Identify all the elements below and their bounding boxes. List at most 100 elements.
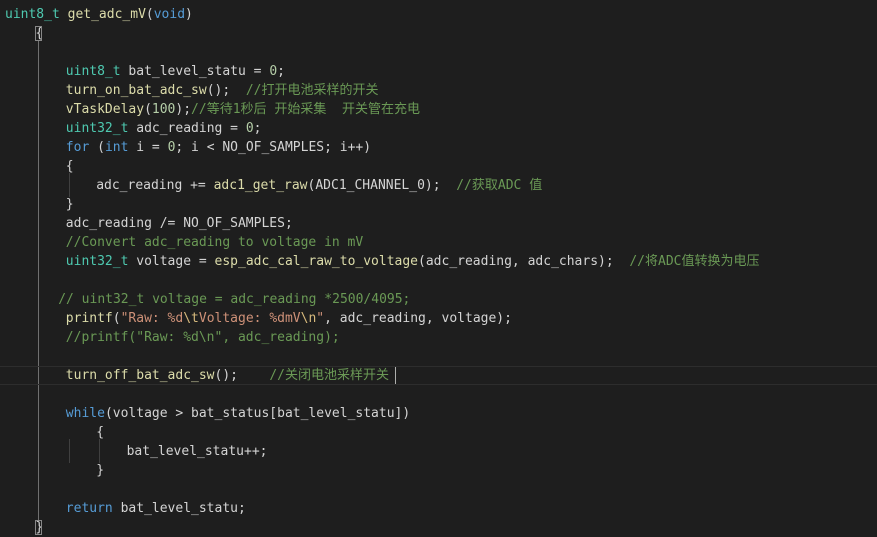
code-token: , adc_reading, voltage); [324,311,512,326]
code-token: uint8_t [65,64,121,79]
code-line[interactable] [0,43,877,62]
code-text: } [66,195,74,214]
code-token: (adc_reading, adc_chars); [418,254,630,269]
code-text: { [96,423,104,442]
code-token: adc1_get_raw [213,178,308,193]
code-token: ( [89,140,105,155]
code-token: void [153,7,186,22]
code-text: for (int i = 0; i < NO_OF_SAMPLES; i++) [66,138,371,157]
code-text: uint8_t bat_level_statu = 0; [66,62,285,81]
code-token: \t [183,311,199,326]
code-line[interactable]: uint8_t bat_level_statu = 0; [0,62,877,81]
code-token: vTaskDelay [65,102,145,117]
code-token: i = [128,140,168,155]
code-line[interactable]: uint32_t voltage = esp_adc_cal_raw_to_vo… [0,252,877,271]
code-token: bat_level_statu; [112,501,246,516]
code-token: 0 [269,64,278,79]
code-text: vTaskDelay(100);//等待1秒后 开始采集 开关管在充电 [66,100,420,119]
code-line[interactable]: return bat_level_statu; [0,499,877,518]
code-token: while [65,406,105,421]
code-token: } [65,197,74,212]
code-line[interactable]: uint8_t get_adc_mV(void) [0,5,877,24]
code-token: uint32_t [65,254,129,269]
code-token: bat_level_statu++; [126,444,268,459]
code-line[interactable]: while(voltage > bat_status[bat_level_sta… [0,404,877,423]
code-token: printf [65,311,113,326]
code-token: "Raw: %d [120,311,184,326]
code-text: { [66,157,74,176]
code-line[interactable] [0,271,877,290]
code-line[interactable]: { [0,423,877,442]
code-token: (ADC1_CHANNEL_0); [307,178,457,193]
code-token: ( [145,7,154,22]
code-text: } [96,461,104,480]
code-token: // uint32_t voltage = adc_reading *2500/… [58,292,411,307]
code-token: { [65,159,74,174]
code-token: adc_reading /= NO_OF_SAMPLES; [65,216,293,231]
code-token: ; [253,121,262,136]
code-token: get_adc_mV [67,7,146,22]
code-token: //获取ADC 值 [456,178,543,193]
code-text: bat_level_statu++; [127,442,268,461]
code-line[interactable]: adc_reading /= NO_OF_SAMPLES; [0,214,877,233]
code-token: esp_adc_cal_raw_to_voltage [214,254,419,269]
code-text: adc_reading /= NO_OF_SAMPLES; [66,214,293,233]
code-line[interactable]: vTaskDelay(100);//等待1秒后 开始采集 开关管在充电 [0,100,877,119]
code-token: //等待1秒后 开始采集 开关管在充电 [191,102,421,117]
code-text: turn_off_bat_adc_sw(); //关闭电池采样开关 [66,367,389,384]
code-line[interactable]: // uint32_t voltage = adc_reading *2500/… [0,290,877,309]
code-token: //关闭电池采样开关 [269,368,389,383]
code-token: \n [300,311,317,326]
code-line[interactable]: bat_level_statu++; [0,442,877,461]
code-token: voltage = [128,254,215,269]
code-token: { [96,425,105,440]
code-line[interactable]: uint32_t adc_reading = 0; [0,119,877,138]
code-token: ) [185,7,193,22]
code-editor[interactable]: uint8_t get_adc_mV(void){uint8_t bat_lev… [0,0,877,535]
bracket-match-highlight [34,520,42,535]
code-token: turn_on_bat_adc_sw [65,83,207,98]
code-token: bat_level_statu = [120,64,270,79]
code-line[interactable]: printf("Raw: %d\tVoltage: %dmV\n", adc_r… [0,309,877,328]
code-text: uint32_t adc_reading = 0; [66,119,262,138]
code-token: //Convert adc_reading to voltage in mV [65,235,364,250]
code-token: Voltage: %dmV [198,311,301,326]
code-token: ( [112,311,121,326]
code-line[interactable]: } [0,195,877,214]
code-line[interactable]: //printf("Raw: %d\n", adc_reading); [0,328,877,347]
code-text: //Convert adc_reading to voltage in mV [66,233,363,252]
code-token: 100 [151,102,176,117]
code-token: for [65,140,90,155]
code-token: uint8_t [5,7,60,22]
code-text: while(voltage > bat_status[bat_level_sta… [66,404,410,423]
code-line[interactable]: } [0,461,877,480]
code-token: (); [206,83,246,98]
code-line[interactable]: { [0,157,877,176]
code-token: adc_reading = [128,121,246,136]
code-text: turn_on_bat_adc_sw(); //打开电池采样的开关 [66,81,379,100]
code-line[interactable]: turn_on_bat_adc_sw(); //打开电池采样的开关 [0,81,877,100]
code-token: uint32_t [65,121,129,136]
code-line[interactable] [0,480,877,499]
bracket-match-highlight [34,26,42,41]
code-line[interactable]: turn_off_bat_adc_sw(); //关闭电池采样开关 [0,366,877,385]
code-text: uint8_t get_adc_mV(void) [5,5,193,24]
code-line[interactable]: adc_reading += adc1_get_raw(ADC1_CHANNEL… [0,176,877,195]
code-text: return bat_level_statu; [66,499,246,518]
code-line[interactable]: { [0,24,877,43]
code-token: adc_reading += [96,178,214,193]
code-token: //打开电池采样的开关 [245,83,379,98]
code-token: int [104,140,129,155]
code-token: ); [175,102,192,117]
code-line[interactable]: } [0,518,877,537]
code-text: printf("Raw: %d\tVoltage: %dmV\n", adc_r… [66,309,512,328]
code-text: //printf("Raw: %d\n", adc_reading); [66,328,340,347]
code-line[interactable]: //Convert adc_reading to voltage in mV [0,233,877,252]
code-token: ; i < NO_OF_SAMPLES; i++) [175,140,372,155]
code-line[interactable]: for (int i = 0; i < NO_OF_SAMPLES; i++) [0,138,877,157]
code-line[interactable] [0,347,877,366]
code-line[interactable] [0,385,877,404]
text-cursor [395,367,396,384]
code-token: turn_off_bat_adc_sw [65,368,215,383]
code-token: ( [144,102,152,117]
